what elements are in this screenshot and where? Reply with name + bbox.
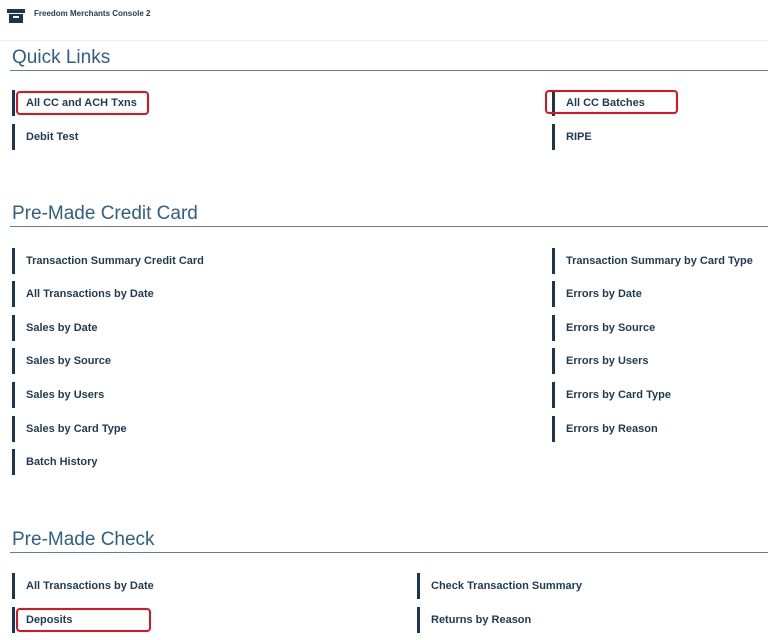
quick-link-ripe[interactable]: RIPE <box>552 124 592 150</box>
app-title: Freedom Merchants Console 2 <box>34 9 151 18</box>
check-report-deposits[interactable]: Deposits <box>12 607 72 633</box>
credit-card-divider <box>10 226 768 227</box>
cc-report-batch-history[interactable]: Batch History <box>12 449 98 475</box>
top-bar: Freedom Merchants Console 2 <box>0 0 768 41</box>
quick-links-divider <box>10 70 768 71</box>
cc-report-errors-by-source[interactable]: Errors by Source <box>552 315 655 341</box>
cc-report-sales-by-card-type[interactable]: Sales by Card Type <box>12 416 127 442</box>
store-icon <box>7 9 25 23</box>
quick-link-all-cc-batches[interactable]: All CC Batches <box>552 90 645 116</box>
check-report-all-transactions-by-date[interactable]: All Transactions by Date <box>12 573 154 599</box>
quick-links-title: Quick Links <box>12 47 111 68</box>
quick-link-debit-test[interactable]: Debit Test <box>12 124 78 150</box>
cc-report-sales-by-date[interactable]: Sales by Date <box>12 315 98 341</box>
check-title: Pre-Made Check <box>12 529 155 550</box>
cc-report-transaction-summary-credit-card[interactable]: Transaction Summary Credit Card <box>12 248 204 274</box>
check-divider <box>10 552 768 553</box>
cc-report-errors-by-reason[interactable]: Errors by Reason <box>552 416 658 442</box>
cc-report-errors-by-card-type[interactable]: Errors by Card Type <box>552 382 671 408</box>
cc-report-all-transactions-by-date[interactable]: All Transactions by Date <box>12 281 154 307</box>
cc-report-transaction-summary-by-card-type[interactable]: Transaction Summary by Card Type <box>552 248 753 274</box>
cc-report-errors-by-date[interactable]: Errors by Date <box>552 281 642 307</box>
check-report-returns-by-reason[interactable]: Returns by Reason <box>417 607 531 633</box>
cc-report-sales-by-users[interactable]: Sales by Users <box>12 382 104 408</box>
cc-report-sales-by-source[interactable]: Sales by Source <box>12 348 111 374</box>
cc-report-errors-by-users[interactable]: Errors by Users <box>552 348 649 374</box>
check-report-check-transaction-summary[interactable]: Check Transaction Summary <box>417 573 582 599</box>
quick-link-all-cc-ach-txns[interactable]: All CC and ACH Txns <box>12 90 137 116</box>
credit-card-title: Pre-Made Credit Card <box>12 203 198 224</box>
